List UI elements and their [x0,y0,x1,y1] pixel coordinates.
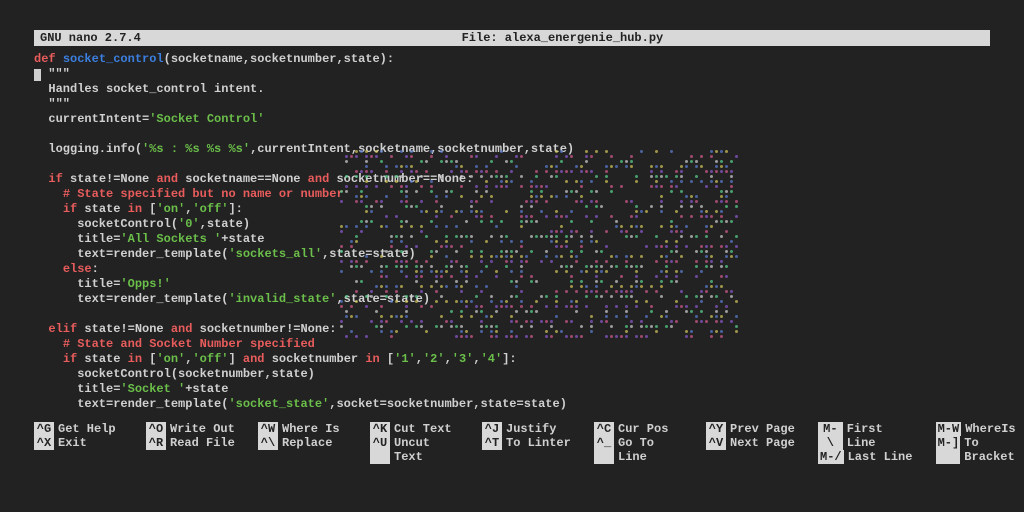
shortcut-key: ^U [370,436,390,464]
shortcut-item[interactable]: M-WWhereIs [936,422,1024,436]
shortcut-item[interactable]: ^G Get Help [34,422,126,436]
shortcut-label: Prev Page [730,422,798,436]
shortcut-item[interactable]: ^UUncut Text [370,436,462,464]
shortcut-item[interactable]: ^_Go To Line [594,436,686,464]
shortcut-label: Uncut Text [394,436,462,464]
shortcut-key: ^Y [706,422,726,436]
shortcut-item[interactable]: M-/ Last Line [818,450,916,464]
nano-editor: GNU nano 2.7.4 File: alexa_energenie_hub… [0,0,1024,464]
shortcut-label: Go To Line [618,436,686,464]
shortcut-key: ^_ [594,436,614,464]
shortcut-label: First Line [847,422,916,450]
shortcut-item[interactable]: ^Y Prev Page [706,422,798,436]
shortcut-label: To Bracket [964,436,1024,464]
shortcut-item[interactable]: ^O Write Out [146,422,238,436]
shortcut-label: Where Is [282,422,350,436]
shortcut-item[interactable]: ^J Justify [482,422,574,436]
shortcut-item[interactable]: ^T To Linter [482,436,574,450]
shortcut-key: ^J [482,422,502,436]
shortcut-key: M-] [936,436,961,464]
shortcut-label: WhereIs [965,422,1024,436]
shortcut-key: M-/ [818,450,844,464]
shortcut-key: ^G [34,422,54,436]
shortcut-key: ^R [146,436,166,450]
shortcut-key: ^\ [258,436,278,450]
shortcut-item[interactable]: M-\First Line [818,422,916,450]
shortcut-item[interactable]: ^V Next Page [706,436,798,450]
shortcut-key: ^W [258,422,278,436]
shortcut-label: Last Line [848,450,916,464]
shortcut-label: Read File [170,436,238,450]
file-name: File: alexa_energenie_hub.py [141,31,984,45]
shortcut-key: M-W [936,422,962,436]
shortcut-key: ^C [594,422,614,436]
title-bar: GNU nano 2.7.4 File: alexa_energenie_hub… [34,30,990,46]
text-cursor [34,69,41,81]
shortcut-item[interactable]: ^\ Replace [258,436,350,450]
shortcut-key: ^O [146,422,166,436]
shortcut-key: ^T [482,436,502,450]
shortcut-label: Replace [282,436,350,450]
shortcut-label: Justify [506,422,574,436]
code-area[interactable]: def socket_control(socketname,socketnumb… [34,52,990,412]
shortcut-key: ^K [370,422,390,436]
shortcut-key: M-\ [818,422,843,450]
shortcut-label: To Linter [506,436,574,450]
shortcut-item[interactable]: ^W Where Is [258,422,350,436]
shortcut-bar: ^G Get Help ^X Exit ^O Write Out ^R Read File ^W… [34,422,990,464]
shortcut-key: ^V [706,436,726,450]
shortcut-item[interactable]: ^X Exit [34,436,126,450]
shortcut-item[interactable]: ^C Cur Pos [594,422,686,436]
shortcut-key: ^X [34,436,54,450]
shortcut-item[interactable]: M-]To Bracket [936,436,1024,464]
shortcut-label: Get Help [58,422,126,436]
shortcut-label: Write Out [170,422,238,436]
shortcut-label: Cut Text [394,422,462,436]
shortcut-item[interactable]: ^K Cut Text [370,422,462,436]
shortcut-label: Cur Pos [618,422,686,436]
app-version: GNU nano 2.7.4 [40,31,141,45]
shortcut-item[interactable]: ^R Read File [146,436,238,450]
shortcut-label: Next Page [730,436,798,450]
shortcut-label: Exit [58,436,126,450]
